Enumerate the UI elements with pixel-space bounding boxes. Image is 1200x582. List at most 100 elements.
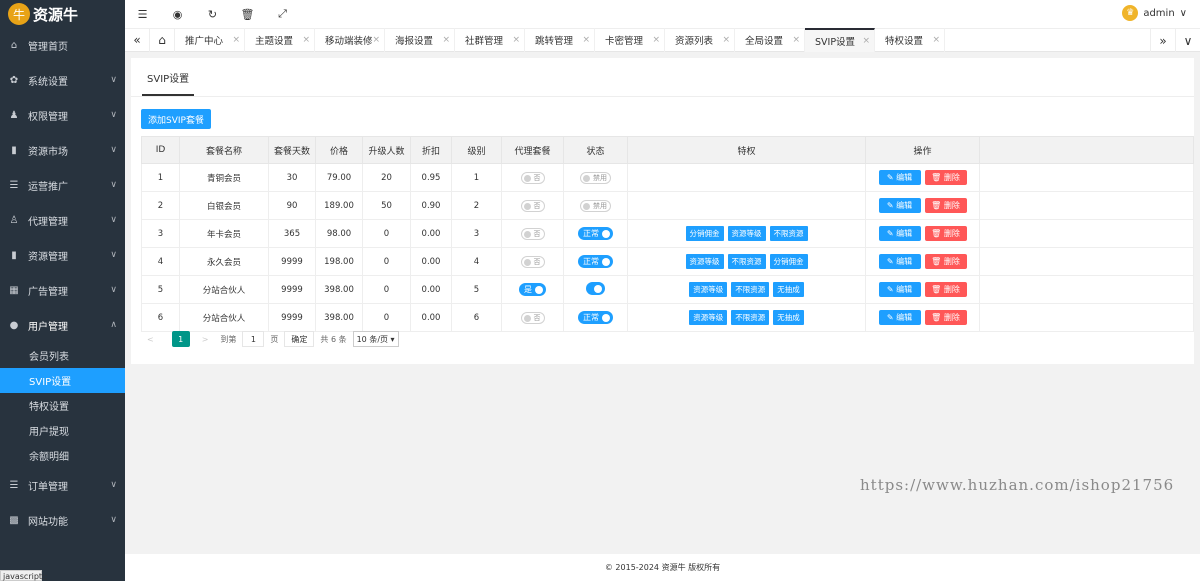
confirm-button[interactable]: 确定 <box>284 331 315 347</box>
sidebar-item-label: 用户管理 <box>28 322 68 333</box>
tabs-prev-icon[interactable]: « <box>125 28 150 52</box>
table-row: 2 白银会员 90 189.00 50 0.90 2 否禁用 ✎ 编辑 🗑 删除 <box>141 191 1194 220</box>
agent-toggle[interactable]: 否 <box>520 171 545 184</box>
sidebar-item[interactable]: ⌂ 管理首页 <box>0 28 125 63</box>
tab[interactable]: 资源列表 × <box>665 28 735 52</box>
agent-toggle[interactable]: 否 <box>520 227 545 240</box>
delete-button[interactable]: 🗑 删除 <box>924 198 967 213</box>
tab-label: 社群管理 <box>465 36 504 47</box>
close-icon[interactable]: × <box>932 35 940 45</box>
next-page-icon[interactable]: > <box>196 335 215 344</box>
status-toggle[interactable]: 正常 <box>578 227 613 240</box>
tab[interactable]: 移动端装修 × <box>315 28 385 52</box>
cell-upgrade: 50 <box>362 191 411 220</box>
edit-button[interactable]: ✎ 编辑 <box>878 226 921 241</box>
edit-button[interactable]: ✎ 编辑 <box>878 282 921 297</box>
status-toggle[interactable] <box>586 281 605 295</box>
tab[interactable]: 全局设置 × <box>735 28 805 52</box>
refresh-icon[interactable]: ↻ <box>195 8 230 21</box>
status-toggle[interactable]: 正常 <box>578 311 613 324</box>
cell-level: 1 <box>451 163 502 192</box>
close-icon[interactable]: × <box>372 35 380 45</box>
sidebar-item[interactable]: ● 用户管理 ∧ <box>0 308 125 343</box>
sidebar-subitem[interactable]: 用户提现 <box>0 418 125 443</box>
cell-id: 4 <box>141 247 180 276</box>
agent-toggle[interactable]: 否 <box>520 255 545 268</box>
sidebar-item[interactable]: ✿ 系统设置 ∨ <box>0 63 125 98</box>
logo[interactable]: 牛 资源牛 <box>0 0 125 28</box>
close-icon[interactable]: × <box>232 35 240 45</box>
delete-button[interactable]: 🗑 删除 <box>924 282 967 297</box>
tab-label: 主题设置 <box>255 36 294 47</box>
table-row: 6 分站合伙人 9999 398.00 0 0.00 6 否正常 资源等级 不限资源 无抽成 ✎ 编辑… <box>141 303 1194 332</box>
status-toggle[interactable]: 禁用 <box>580 199 611 212</box>
close-icon[interactable]: × <box>792 35 800 45</box>
tabs-next-icon[interactable]: » <box>1150 29 1175 53</box>
sidebar-subitem[interactable]: 特权设置 <box>0 393 125 418</box>
agent-toggle[interactable]: 否 <box>520 199 545 212</box>
sidebar-item[interactable]: ▦ 广告管理 ∨ <box>0 273 125 308</box>
delete-button[interactable]: 🗑 删除 <box>924 226 967 241</box>
tab-svip-settings[interactable]: SVIP设置 <box>142 66 195 96</box>
sidebar-item[interactable]: ▮ 资源管理 ∨ <box>0 238 125 273</box>
table-row: 3 年卡会员 365 98.00 0 0.00 3 否正常 分销佣金 资源等级 不限资源 ✎ 编辑 🗑 … <box>141 219 1194 248</box>
close-icon[interactable]: × <box>722 35 730 45</box>
delete-button[interactable]: 🗑 删除 <box>924 254 967 269</box>
cell-days: 90 <box>268 191 316 220</box>
tab[interactable]: 卡密管理 × <box>595 28 665 52</box>
sidebar-subitem[interactable]: 余额明细 <box>0 443 125 468</box>
page-input[interactable]: 1 <box>242 331 265 347</box>
tab[interactable]: 主题设置 × <box>245 28 315 52</box>
home-tab-icon[interactable]: ⌂ <box>150 28 175 52</box>
cell-level: 5 <box>451 275 502 304</box>
tabs-more-icon[interactable]: ∨ <box>1175 29 1200 53</box>
close-icon[interactable]: × <box>442 35 450 45</box>
cell-level: 6 <box>451 303 502 332</box>
tab[interactable]: 跳转管理 × <box>525 28 595 52</box>
trash-icon[interactable]: 🗑 <box>230 8 265 21</box>
edit-button[interactable]: ✎ 编辑 <box>878 170 921 185</box>
tab[interactable]: SVIP设置 × <box>805 28 875 52</box>
tab[interactable]: 推广中心 × <box>175 28 245 52</box>
cell-name: 年卡会员 <box>179 219 269 248</box>
sidebar-item[interactable]: ▩ 网站功能 ∨ <box>0 503 125 538</box>
agent-toggle[interactable]: 否 <box>520 311 545 324</box>
close-icon[interactable]: × <box>652 35 660 45</box>
fullscreen-icon[interactable]: ⤢ <box>265 7 300 21</box>
close-icon[interactable]: × <box>512 35 520 45</box>
close-icon[interactable]: × <box>862 36 870 46</box>
sidebar-subitem[interactable]: 会员列表 <box>0 343 125 368</box>
per-page-select[interactable]: 10 条/页 ▾ <box>352 331 399 347</box>
add-svip-button[interactable]: 添加SVIP套餐 <box>141 109 211 129</box>
agent-icon: ♙ <box>9 215 19 226</box>
status-toggle[interactable]: 禁用 <box>580 171 611 184</box>
edit-button[interactable]: ✎ 编辑 <box>878 198 921 213</box>
sidebar-item-label: 管理首页 <box>28 42 68 53</box>
sidebar-item[interactable]: ♙ 代理管理 ∨ <box>0 203 125 238</box>
globe-icon[interactable]: ◉ <box>160 8 195 21</box>
cell-name: 永久会员 <box>179 247 269 276</box>
sidebar-item[interactable]: ☰ 运营推广 ∨ <box>0 168 125 203</box>
current-page[interactable]: 1 <box>171 331 190 347</box>
close-icon[interactable]: × <box>302 35 310 45</box>
cell-actions: ✎ 编辑 🗑 删除 <box>865 247 980 276</box>
cell-privileges: 分销佣金 资源等级 不限资源 <box>627 219 866 248</box>
user-menu[interactable]: ♛ admin ∨ <box>1122 5 1187 21</box>
agent-toggle[interactable]: 是 <box>519 283 546 296</box>
edit-button[interactable]: ✎ 编辑 <box>878 254 921 269</box>
sidebar-subitem[interactable]: SVIP设置 <box>0 368 125 393</box>
delete-button[interactable]: 🗑 删除 <box>924 170 967 185</box>
tab[interactable]: 社群管理 × <box>455 28 525 52</box>
sidebar-item[interactable]: ☰ 订单管理 ∨ <box>0 468 125 503</box>
sidebar-item[interactable]: ♟ 权限管理 ∨ <box>0 98 125 133</box>
sidebar-item[interactable]: ▮ 资源市场 ∨ <box>0 133 125 168</box>
prev-page-icon[interactable]: < <box>141 335 160 344</box>
edit-button[interactable]: ✎ 编辑 <box>878 310 921 325</box>
tab[interactable]: 海报设置 × <box>385 28 455 52</box>
delete-button[interactable]: 🗑 删除 <box>924 310 967 325</box>
status-toggle[interactable]: 正常 <box>578 255 613 268</box>
cell-id: 3 <box>141 219 180 248</box>
menu-toggle-icon[interactable]: ☰ <box>125 8 160 21</box>
tab[interactable]: 特权设置 × <box>875 28 945 52</box>
close-icon[interactable]: × <box>582 35 590 45</box>
